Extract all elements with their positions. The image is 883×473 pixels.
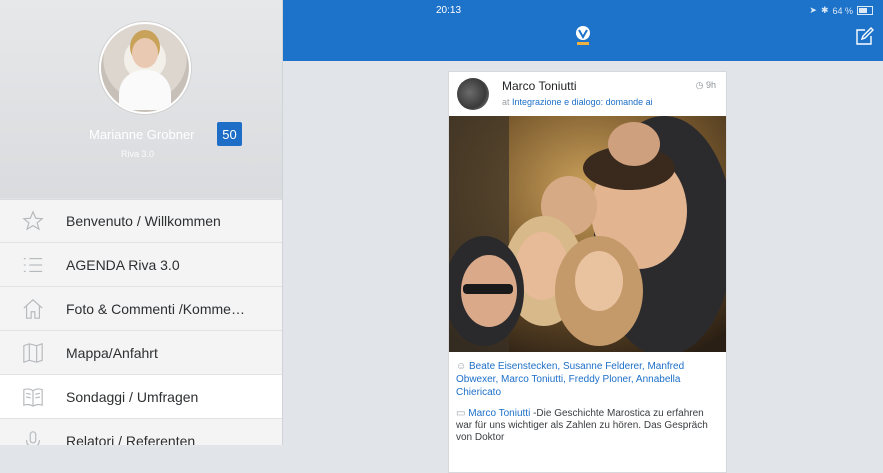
top-navigation-bar: 20:13 ➤ ✱ 64 % — [283, 0, 883, 61]
book-icon — [23, 387, 43, 407]
profile-header: Marianne Grobner Riva 3.0 50 — [0, 0, 282, 200]
feed-area[interactable]: Marco Toniutti at Integrazione e dialogo… — [283, 61, 883, 473]
sidebar-item-label: AGENDA Riva 3.0 — [66, 256, 180, 273]
sidebar-item-mappa[interactable]: Mappa/Anfahrt — [0, 330, 282, 375]
battery-icon — [857, 6, 873, 15]
status-time: 20:13 — [436, 5, 462, 16]
sidebar-item-relatori[interactable]: Relatori / Referenten — [0, 418, 282, 445]
post-comment[interactable]: ▭ Marco Toniutti -Die Geschichte Marosti… — [456, 408, 718, 444]
status-indicators: ➤ ✱ 64 % — [809, 5, 873, 16]
sidebar-item-label: Foto & Commenti /Komme… — [66, 300, 245, 317]
profile-name: Marianne Grobner — [89, 127, 195, 142]
sidebar-item-sondaggi[interactable]: Sondaggi / Umfragen — [0, 374, 282, 419]
sidebar-item-benvenuto[interactable]: Benvenuto / Willkommen — [0, 198, 282, 243]
battery-percent: 64 % — [832, 5, 853, 16]
map-icon — [23, 342, 43, 363]
location-icon: ➤ — [809, 5, 817, 15]
microphone-icon — [25, 430, 41, 445]
post-group[interactable]: at Integrazione e dialogo: domande ai — [502, 97, 653, 107]
compose-icon[interactable] — [854, 27, 874, 47]
profile-subtitle: Riva 3.0 — [121, 149, 155, 159]
sidebar-item-label: Mappa/Anfahrt — [66, 344, 158, 361]
group-selfie-image — [449, 116, 726, 352]
app-logo-icon[interactable] — [574, 25, 592, 47]
avatar[interactable] — [99, 22, 191, 114]
list-icon — [23, 257, 43, 272]
post-likes[interactable]: ☺ Beate Eisenstecken, Susanne Felderer, … — [456, 360, 718, 399]
post-photo[interactable] — [449, 116, 726, 352]
smiley-icon: ☺ — [456, 361, 467, 372]
points-badge: 50 — [217, 122, 242, 146]
home-icon — [23, 298, 43, 319]
sidebar-item-foto-commenti[interactable]: Foto & Commenti /Komme… — [0, 286, 282, 331]
sidebar-item-label: Benvenuto / Willkommen — [66, 212, 221, 229]
bluetooth-icon: ✱ — [820, 5, 829, 15]
author-avatar[interactable] — [457, 78, 489, 110]
star-icon — [22, 209, 44, 231]
sidebar-menu: Benvenuto / Willkommen AGENDA Riva 3.0 F… — [0, 198, 282, 445]
post-card[interactable]: Marco Toniutti at Integrazione e dialogo… — [448, 71, 727, 473]
comment-icon: ▭ — [456, 408, 466, 419]
sidebar-item-label: Relatori / Referenten — [66, 432, 196, 446]
clock-icon: ◷ — [695, 80, 704, 90]
post-time: ◷ 9h — [695, 80, 716, 90]
sidebar-item-agenda[interactable]: AGENDA Riva 3.0 — [0, 242, 282, 287]
post-author[interactable]: Marco Toniutti — [502, 79, 576, 93]
sidebar-item-label: Sondaggi / Umfragen — [66, 388, 199, 405]
sidebar: Marianne Grobner Riva 3.0 50 Benvenuto /… — [0, 0, 283, 445]
